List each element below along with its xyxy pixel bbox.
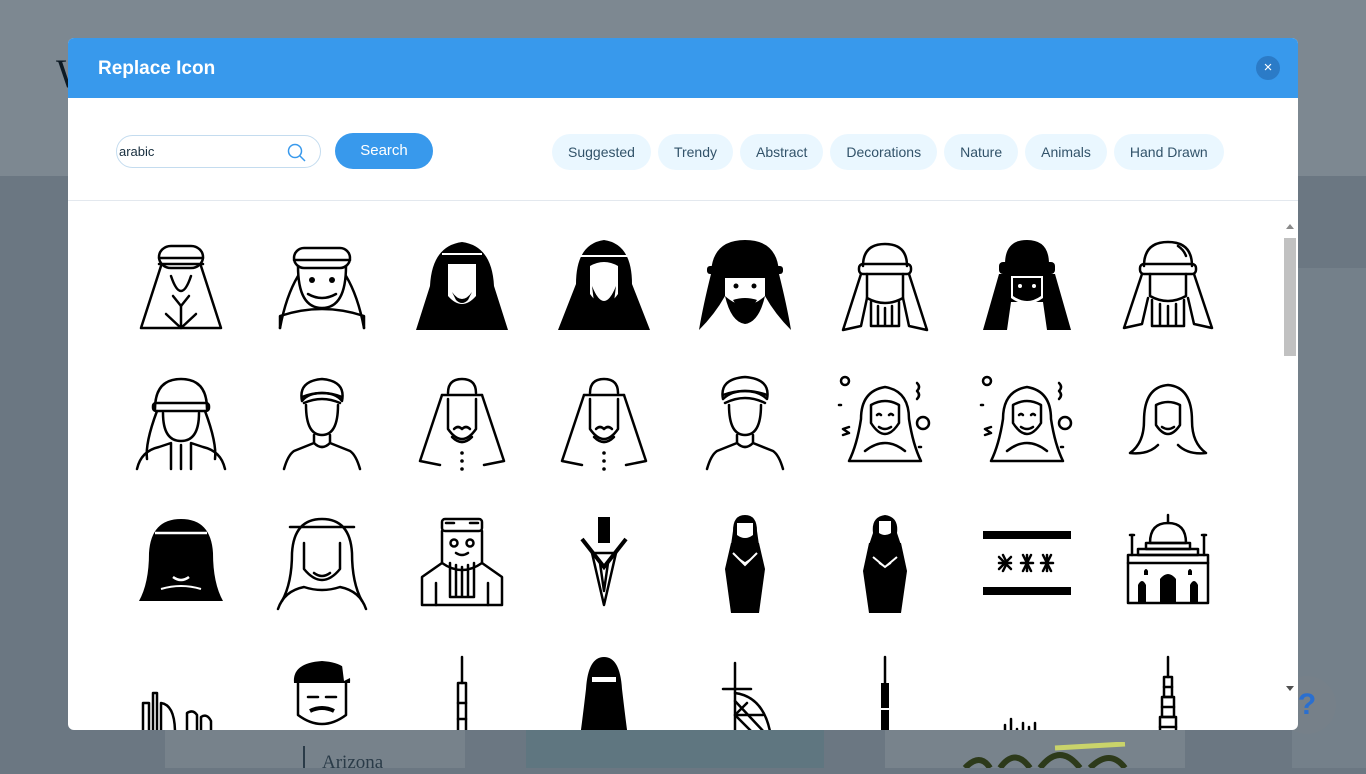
icon-tile[interactable] xyxy=(675,353,815,493)
icon-tile[interactable] xyxy=(1098,216,1238,356)
icon-tile[interactable] xyxy=(111,493,251,633)
icon-tile[interactable] xyxy=(1098,633,1238,730)
chip-decorations[interactable]: Decorations xyxy=(830,134,938,170)
icon-tile[interactable] xyxy=(815,216,955,356)
icon-tile[interactable] xyxy=(815,353,955,493)
background-decoration xyxy=(960,742,1130,768)
icon-tile[interactable] xyxy=(675,633,815,730)
icon-tile[interactable] xyxy=(675,216,815,356)
icon-tile[interactable] xyxy=(392,353,532,493)
chip-suggested[interactable]: Suggested xyxy=(552,134,651,170)
icon-tile[interactable] xyxy=(534,216,674,356)
search-box xyxy=(116,135,321,168)
icon-tile[interactable] xyxy=(111,633,251,730)
icon-tile[interactable] xyxy=(252,353,392,493)
icon-grid-scrollbar[interactable] xyxy=(1282,221,1298,699)
chip-hand-drawn[interactable]: Hand Drawn xyxy=(1113,134,1224,170)
background-card-1 xyxy=(165,730,465,768)
icon-tile[interactable] xyxy=(957,493,1097,633)
icon-grid xyxy=(68,201,1282,730)
icon-tile[interactable] xyxy=(957,353,1097,493)
background-card-text: Arizona xyxy=(322,752,384,773)
icon-tile[interactable] xyxy=(534,353,674,493)
scroll-thumb[interactable] xyxy=(1284,238,1296,356)
icon-tile[interactable] xyxy=(957,633,1097,730)
icon-tile[interactable] xyxy=(1098,353,1238,493)
icon-tile[interactable] xyxy=(252,633,392,730)
icon-tile[interactable] xyxy=(252,216,392,356)
icon-tile[interactable] xyxy=(252,493,392,633)
dialog-header: Replace Icon × xyxy=(68,38,1298,98)
chip-abstract[interactable]: Abstract xyxy=(740,134,824,170)
icon-tile[interactable] xyxy=(675,493,815,633)
search-toolbar: Search Suggested Trendy Abstract Decorat… xyxy=(68,98,1298,201)
icon-tile[interactable] xyxy=(392,493,532,633)
scroll-down-arrow-icon[interactable] xyxy=(1286,686,1294,691)
close-button[interactable]: × xyxy=(1256,56,1280,80)
scroll-up-arrow-icon[interactable] xyxy=(1286,224,1294,229)
replace-icon-dialog: Replace Icon × Search Suggested Trendy A… xyxy=(68,38,1298,730)
chip-nature[interactable]: Nature xyxy=(944,134,1019,170)
icon-tile[interactable] xyxy=(534,493,674,633)
icon-tile[interactable] xyxy=(111,353,251,493)
icon-tile[interactable] xyxy=(815,493,955,633)
background-card-2 xyxy=(526,730,824,768)
dialog-title: Replace Icon xyxy=(98,58,216,79)
icon-tile[interactable] xyxy=(392,216,532,356)
icon-tile[interactable] xyxy=(1098,493,1238,633)
background-card-divider xyxy=(303,746,305,768)
chip-trendy[interactable]: Trendy xyxy=(657,134,734,170)
chip-animals[interactable]: Animals xyxy=(1025,134,1107,170)
icon-tile[interactable] xyxy=(392,633,532,730)
icon-tile[interactable] xyxy=(815,633,955,730)
category-chips: Suggested Trendy Abstract Decorations Na… xyxy=(552,134,1224,170)
search-icon[interactable] xyxy=(287,143,307,163)
icon-tile[interactable] xyxy=(957,216,1097,356)
search-input[interactable] xyxy=(117,136,284,167)
icon-tile[interactable] xyxy=(534,633,674,730)
icon-tile[interactable] xyxy=(111,216,251,356)
search-button[interactable]: Search xyxy=(335,133,433,169)
